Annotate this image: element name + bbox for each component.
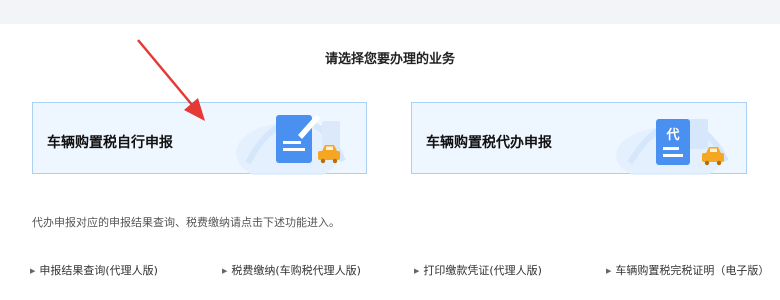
link-declaration-result-query[interactable]: ▶ 申报结果查询(代理人版) (30, 262, 158, 278)
page-prompt: 请选择您要办理的业务 (324, 52, 455, 67)
agent-badge-char: 代 (665, 127, 679, 143)
self-declaration-title: 车辆购置税自行申报 (47, 135, 173, 151)
self-declaration-card[interactable]: 车辆购置税自行申报 (32, 102, 367, 175)
link-tax-payment[interactable]: ▶ 税费缴纳(车购税代理人版) (222, 262, 361, 278)
agent-declaration-card[interactable]: 车辆购置税代办申报 代 (411, 102, 747, 175)
agent-declaration-title: 车辆购置税代办申报 (426, 135, 552, 151)
triangle-bullet-icon: ▶ (222, 267, 228, 275)
function-links: ▶ 申报结果查询(代理人版) ▶ 税费缴纳(车购税代理人版) ▶ 打印缴款凭证(代理人… (0, 262, 780, 282)
agent-note: 代办申报对应的申报结果查询、税费缴纳请点击下述功能进入。 (32, 216, 340, 229)
link-tax-certificate[interactable]: ▶ 车辆购置税完税证明（电子版） (606, 262, 769, 278)
triangle-bullet-icon: ▶ (414, 267, 420, 275)
triangle-bullet-icon: ▶ (606, 267, 612, 275)
top-band (0, 0, 780, 24)
link-print-payment-voucher[interactable]: ▶ 打印缴款凭证(代理人版) (414, 262, 542, 278)
document-edit-icon (236, 115, 346, 175)
triangle-bullet-icon: ▶ (30, 267, 36, 275)
agent-document-icon: 代 (616, 119, 729, 175)
